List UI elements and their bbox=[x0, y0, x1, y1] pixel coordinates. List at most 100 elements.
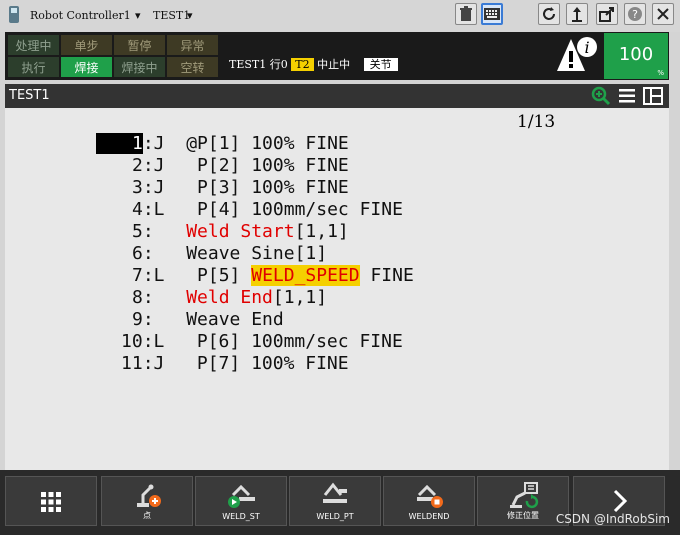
override-speed-button[interactable]: 100 % bbox=[604, 33, 668, 79]
help-button[interactable]: ? bbox=[624, 3, 646, 25]
svg-text:?: ? bbox=[632, 8, 638, 21]
program-line[interactable]: 3:J P[3] 100% FINE bbox=[96, 177, 414, 199]
instruction-args: [1,1] bbox=[294, 221, 349, 242]
help-icon: ? bbox=[628, 7, 642, 21]
list-view-icon[interactable] bbox=[618, 88, 636, 104]
motion-type: : bbox=[142, 287, 187, 308]
line-number: 7 bbox=[132, 265, 143, 286]
weld-start-icon bbox=[228, 484, 255, 508]
motion-type: :J bbox=[142, 177, 187, 198]
status-fault: 异常 bbox=[167, 35, 218, 55]
trash-button[interactable] bbox=[455, 3, 477, 25]
status-weld: 焊接 bbox=[61, 57, 112, 77]
motion-type: :L bbox=[142, 331, 187, 352]
line-number: 4 bbox=[132, 199, 143, 220]
keyboard-icon bbox=[484, 8, 500, 20]
line-number: 11 bbox=[121, 353, 143, 374]
jog-button[interactable] bbox=[566, 3, 588, 25]
chevron-down-icon[interactable]: ▾ bbox=[187, 9, 193, 22]
chevron-down-icon[interactable]: ▾ bbox=[135, 9, 141, 22]
program-line[interactable]: 5: Weld Start[1,1] bbox=[96, 221, 414, 243]
chevron-right-icon bbox=[613, 489, 628, 513]
title-bar: Robot Controller1 ▾ TEST1 ▾ ? bbox=[0, 0, 680, 32]
zoom-in-icon[interactable] bbox=[591, 86, 611, 106]
trash-icon bbox=[460, 6, 472, 21]
program-line[interactable]: 8: Weld End[1,1] bbox=[96, 287, 414, 309]
line-number: 6 bbox=[132, 243, 143, 264]
weld-instruction: Weld Start bbox=[186, 221, 295, 242]
program-line[interactable]: 11:J P[7] 100% FINE bbox=[96, 353, 414, 375]
weld-start-button[interactable]: WELD_ST bbox=[195, 476, 287, 526]
instruction-text: P[5] bbox=[186, 265, 252, 286]
status-state: 中止中 bbox=[317, 58, 351, 71]
export-icon bbox=[599, 7, 614, 22]
controller-selector[interactable]: Robot Controller1 bbox=[30, 9, 131, 22]
override-unit: % bbox=[657, 69, 664, 77]
program-line[interactable]: 7:L P[5] WELD_SPEED FINE bbox=[96, 265, 414, 287]
menu-button[interactable] bbox=[5, 476, 97, 526]
jog-icon bbox=[572, 7, 582, 22]
instruction-args: FINE bbox=[359, 265, 414, 286]
point-label: 点 bbox=[143, 511, 151, 520]
motion-type: : bbox=[142, 309, 187, 330]
svg-text:i: i bbox=[584, 38, 589, 57]
status-pause: 暂停 bbox=[114, 35, 165, 55]
export-button[interactable] bbox=[596, 3, 618, 25]
instruction-text: P[3] 100% FINE bbox=[186, 177, 349, 198]
weld-end-icon bbox=[417, 484, 443, 508]
instruction-text: P[7] 100% FINE bbox=[186, 353, 349, 374]
split-view-icon[interactable] bbox=[643, 87, 663, 105]
motion-type: :L bbox=[142, 199, 187, 220]
override-value: 100 bbox=[618, 44, 654, 65]
refresh-button[interactable] bbox=[538, 3, 560, 25]
watermark: CSDN @IndRobSim bbox=[555, 512, 670, 526]
status-welding: 焊接中 bbox=[114, 57, 165, 77]
keyboard-button[interactable] bbox=[481, 3, 503, 25]
status-processing: 处理中 bbox=[8, 35, 59, 55]
status-single-step: 单步 bbox=[61, 35, 112, 55]
program-lines[interactable]: 1:J @P[1] 100% FINE 2:J P[2] 100% FINE 3:J… bbox=[96, 133, 414, 375]
program-selector[interactable]: TEST1 bbox=[153, 9, 190, 22]
motion-type: :J bbox=[142, 133, 187, 154]
program-line[interactable]: 4:L P[4] 100mm/sec FINE bbox=[96, 199, 414, 221]
line-number: 9 bbox=[132, 309, 143, 330]
instruction-text: @P[1] 100% FINE bbox=[186, 133, 349, 154]
instruction-text: P[4] 100mm/sec FINE bbox=[186, 199, 403, 220]
line-number: 5 bbox=[132, 221, 143, 242]
status-run: 执行 bbox=[8, 57, 59, 77]
program-line[interactable]: 2:J P[2] 100% FINE bbox=[96, 155, 414, 177]
motion-type: : bbox=[142, 243, 187, 264]
robot-point-icon bbox=[137, 484, 161, 507]
weld-end-button[interactable]: WELDEND bbox=[383, 476, 475, 526]
motion-type: :L bbox=[142, 265, 187, 286]
status-dry-run: 空转 bbox=[167, 57, 218, 77]
line-number: 1 bbox=[96, 133, 143, 154]
instruction-args: [1,1] bbox=[272, 287, 328, 308]
teach-pendant-icon bbox=[9, 6, 19, 23]
program-line[interactable]: 9: Weave End bbox=[96, 309, 414, 331]
editor-header: TEST1 bbox=[5, 84, 669, 108]
touchup-label: 修正位置 bbox=[507, 511, 539, 520]
grid-menu-icon bbox=[41, 492, 61, 512]
close-button[interactable] bbox=[652, 3, 674, 25]
line-counter: 1/13 bbox=[517, 112, 556, 132]
mode-badge: T2 bbox=[291, 58, 314, 71]
instruction-text: Weave End bbox=[186, 309, 284, 330]
weld-point-button[interactable]: WELD_PT bbox=[289, 476, 381, 526]
program-line[interactable]: 6: Weave Sine[1] bbox=[96, 243, 414, 265]
weld-end-label: WELDEND bbox=[408, 512, 450, 521]
point-button[interactable]: 点 bbox=[101, 476, 193, 526]
touchup-position-icon bbox=[510, 482, 539, 509]
status-program-name: TEST1 bbox=[229, 58, 267, 71]
line-number: 10 bbox=[121, 331, 143, 352]
program-line[interactable]: 1:J @P[1] 100% FINE bbox=[96, 133, 414, 155]
instruction-text: P[6] 100mm/sec FINE bbox=[186, 331, 403, 352]
editor-title: TEST1 bbox=[9, 88, 50, 103]
instruction-text: P[2] 100% FINE bbox=[186, 155, 349, 176]
alarm-info-icon[interactable]: i bbox=[555, 35, 599, 75]
program-status: TEST1 行0 T2 中止中 关节 bbox=[229, 56, 398, 72]
motion-type: : bbox=[142, 221, 187, 242]
program-line[interactable]: 10:L P[6] 100mm/sec FINE bbox=[96, 331, 414, 353]
refresh-icon bbox=[543, 7, 555, 20]
status-line: 行0 bbox=[269, 58, 288, 71]
